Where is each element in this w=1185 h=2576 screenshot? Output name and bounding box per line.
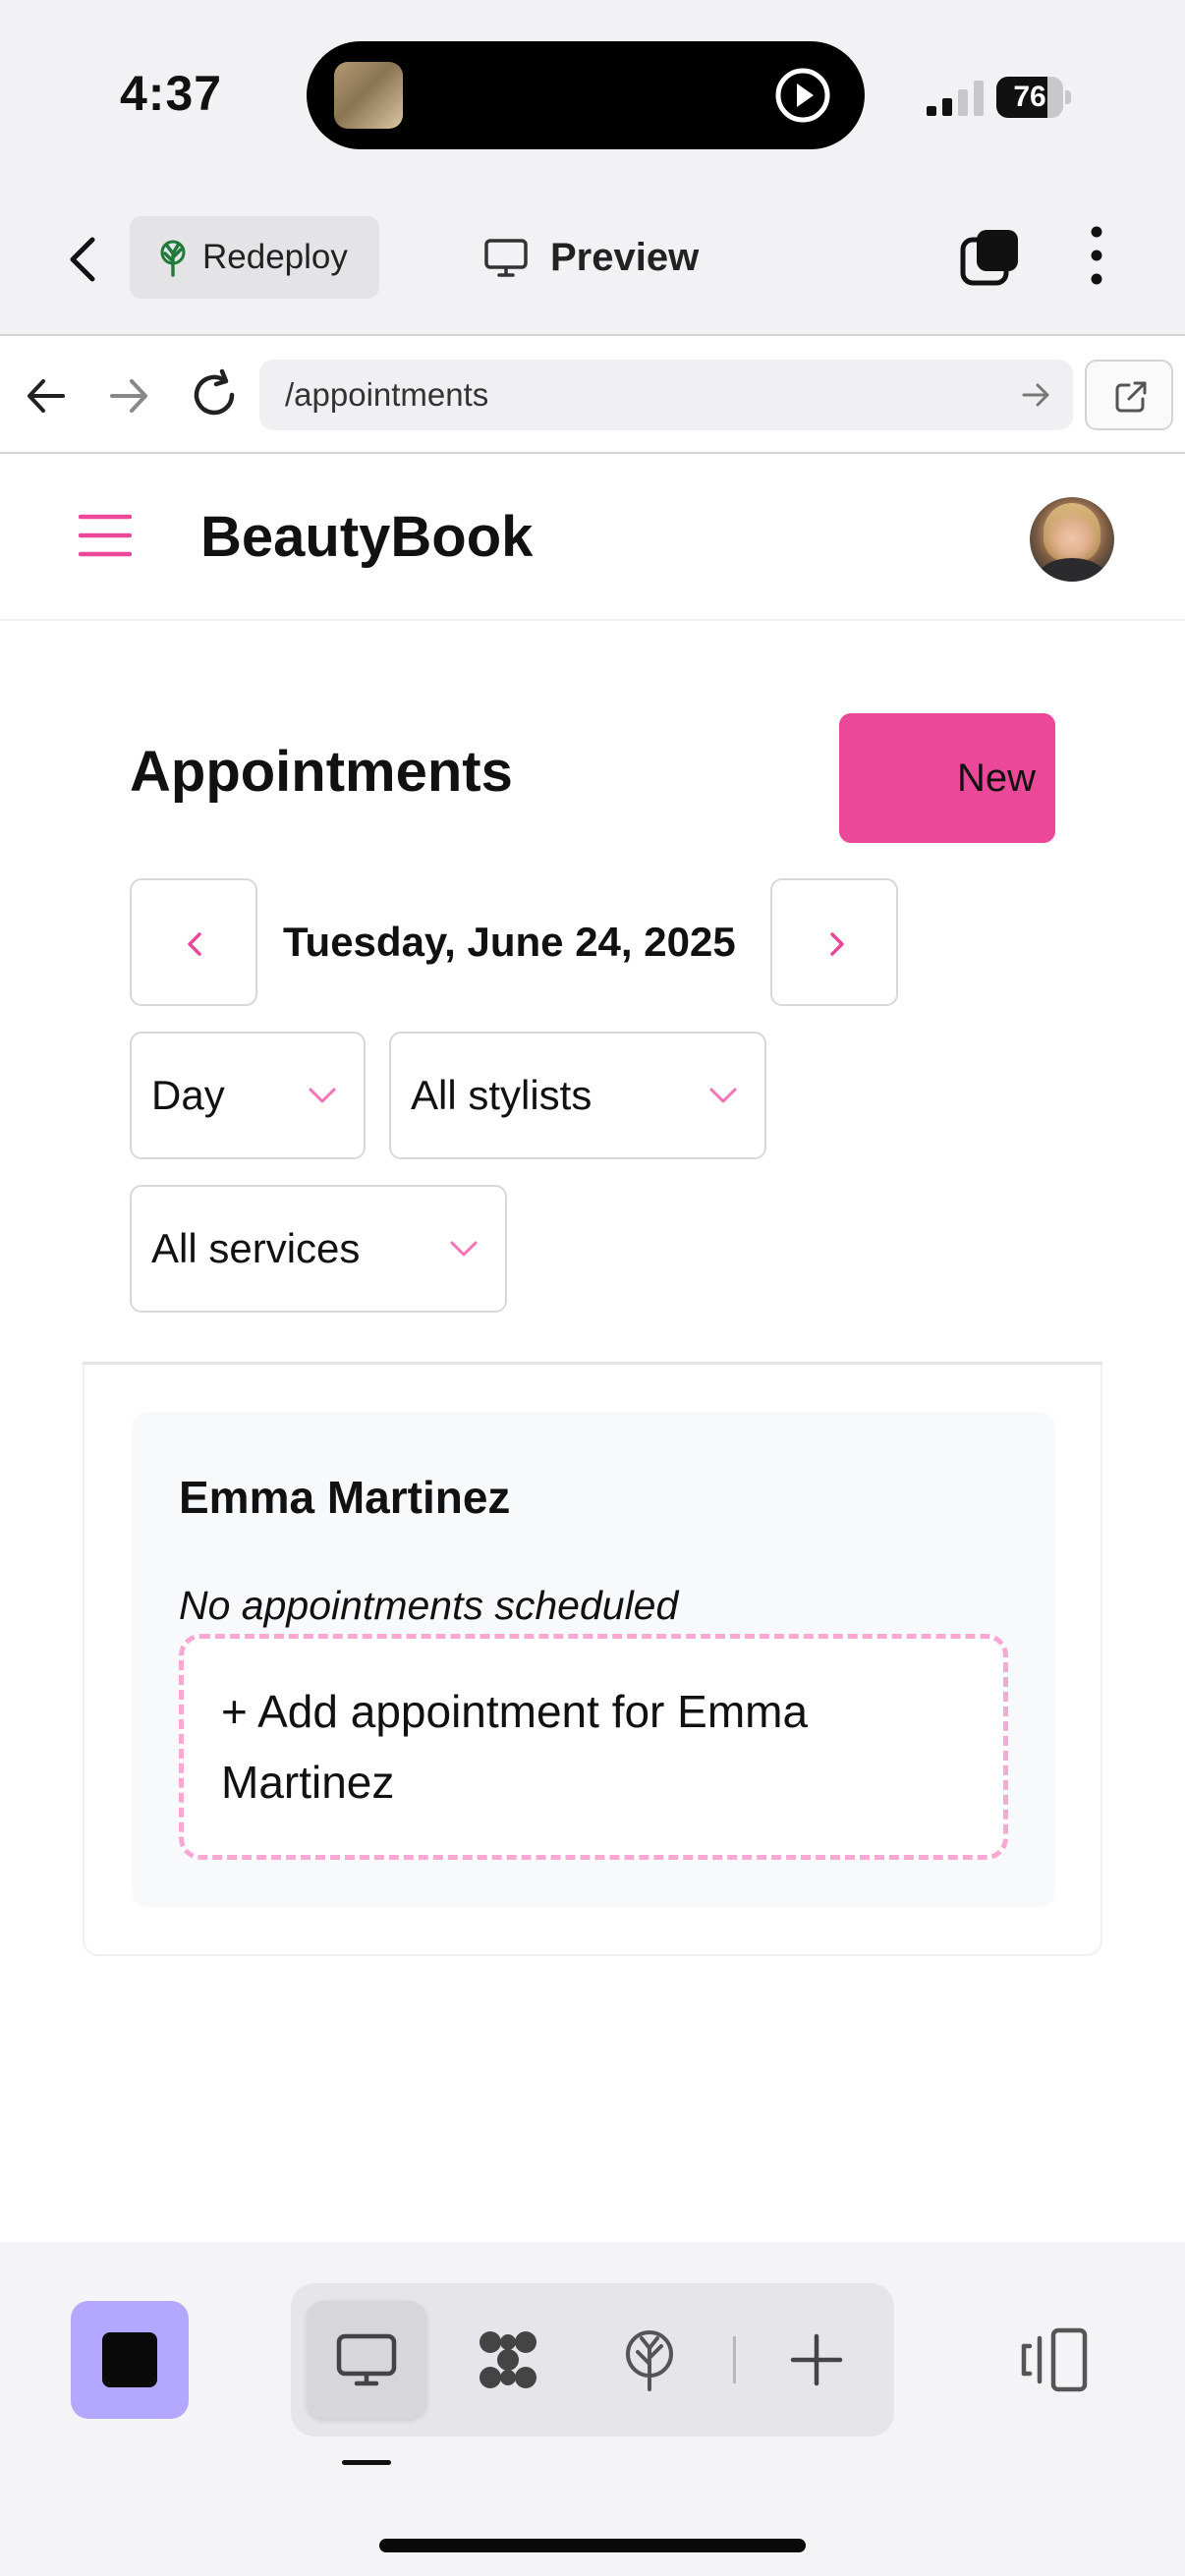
new-appointment-button[interactable]: New	[839, 713, 1055, 843]
view-select[interactable]: Day	[130, 1032, 366, 1159]
integrations-tool-button[interactable]	[448, 2301, 568, 2419]
view-select-value: Day	[151, 1072, 225, 1118]
signal-icon	[927, 81, 984, 116]
open-external-button[interactable]	[1085, 360, 1173, 430]
tool-group	[291, 2283, 894, 2436]
app-toolbar: Redeploy Preview	[0, 187, 1185, 334]
chevron-down-icon	[309, 1088, 336, 1103]
more-vertical-icon[interactable]	[1077, 224, 1116, 287]
redeploy-button[interactable]: Redeploy	[130, 216, 379, 299]
chevron-left-icon	[188, 932, 201, 956]
now-playing-thumbnail	[334, 62, 403, 129]
external-link-icon	[1115, 381, 1147, 413]
go-arrow-icon[interactable]	[1020, 379, 1051, 411]
bottom-toolbar	[0, 2242, 1185, 2576]
empty-schedule-note: No appointments scheduled	[179, 1583, 679, 1628]
reload-icon[interactable]	[187, 367, 242, 422]
stylist-card: Emma Martinez No appointments scheduled …	[132, 1412, 1055, 1907]
plus-icon	[790, 2333, 843, 2386]
home-indicator	[379, 2539, 806, 2552]
previous-day-button[interactable]	[130, 878, 257, 1006]
add-appointment-slot[interactable]: + Add appointment for Emma Martinez	[179, 1634, 1008, 1860]
stylist-name: Emma Martinez	[179, 1472, 511, 1523]
chevron-down-icon	[709, 1088, 737, 1103]
tree-icon	[160, 240, 186, 277]
monitor-icon	[484, 239, 528, 277]
next-day-button[interactable]	[770, 878, 898, 1006]
service-select[interactable]: All services	[130, 1185, 507, 1313]
preview-tool-button[interactable]	[307, 2301, 426, 2419]
service-select-value: All services	[151, 1225, 361, 1271]
battery-level: 76	[1013, 81, 1046, 113]
tabs-icon[interactable]	[959, 226, 1022, 289]
add-tool-button[interactable]	[757, 2301, 876, 2419]
dynamic-island	[307, 41, 865, 149]
redeploy-label: Redeploy	[202, 238, 348, 276]
new-button-label: New	[956, 756, 1036, 800]
toolbar-separator	[733, 2336, 736, 2383]
url-text: /appointments	[285, 376, 489, 413]
chevron-down-icon	[450, 1241, 478, 1257]
active-tool-indicator	[342, 2460, 391, 2465]
brand-logo[interactable]: BeautyBook	[200, 454, 533, 621]
stop-icon	[102, 2332, 157, 2387]
stylist-select[interactable]: All stylists	[389, 1032, 766, 1159]
stop-button[interactable]	[71, 2301, 189, 2419]
chevron-right-icon	[830, 932, 844, 956]
current-date: Tuesday, June 24, 2025	[283, 919, 736, 965]
page-title: Appointments	[130, 740, 513, 804]
chevron-left-icon[interactable]	[59, 230, 108, 289]
add-appointment-label: + Add appointment for Emma Martinez	[221, 1686, 809, 1808]
deploy-tool-button[interactable]	[590, 2301, 709, 2419]
avatar[interactable]	[1030, 497, 1114, 582]
status-bar: 4:37 76	[0, 0, 1185, 187]
preview-label: Preview	[550, 236, 700, 279]
arrow-right-icon[interactable]	[104, 371, 153, 420]
url-field[interactable]: /appointments	[259, 360, 1073, 430]
play-icon	[775, 68, 830, 123]
schedule-panel: Emma Martinez No appointments scheduled …	[83, 1365, 1102, 1956]
panel-toggle-icon[interactable]	[1016, 2324, 1091, 2395]
stylist-select-value: All stylists	[411, 1072, 592, 1118]
integrations-icon	[480, 2331, 536, 2388]
hamburger-icon[interactable]	[79, 511, 132, 560]
deploy-tree-icon	[626, 2330, 673, 2391]
preview-tab[interactable]: Preview	[483, 216, 739, 299]
browser-bar: /appointments	[0, 334, 1185, 454]
monitor-icon	[336, 2333, 397, 2386]
status-time: 4:37	[120, 66, 223, 121]
battery-icon: 76	[996, 77, 1071, 118]
site-header: BeautyBook	[0, 454, 1185, 621]
arrow-left-icon[interactable]	[22, 371, 71, 420]
